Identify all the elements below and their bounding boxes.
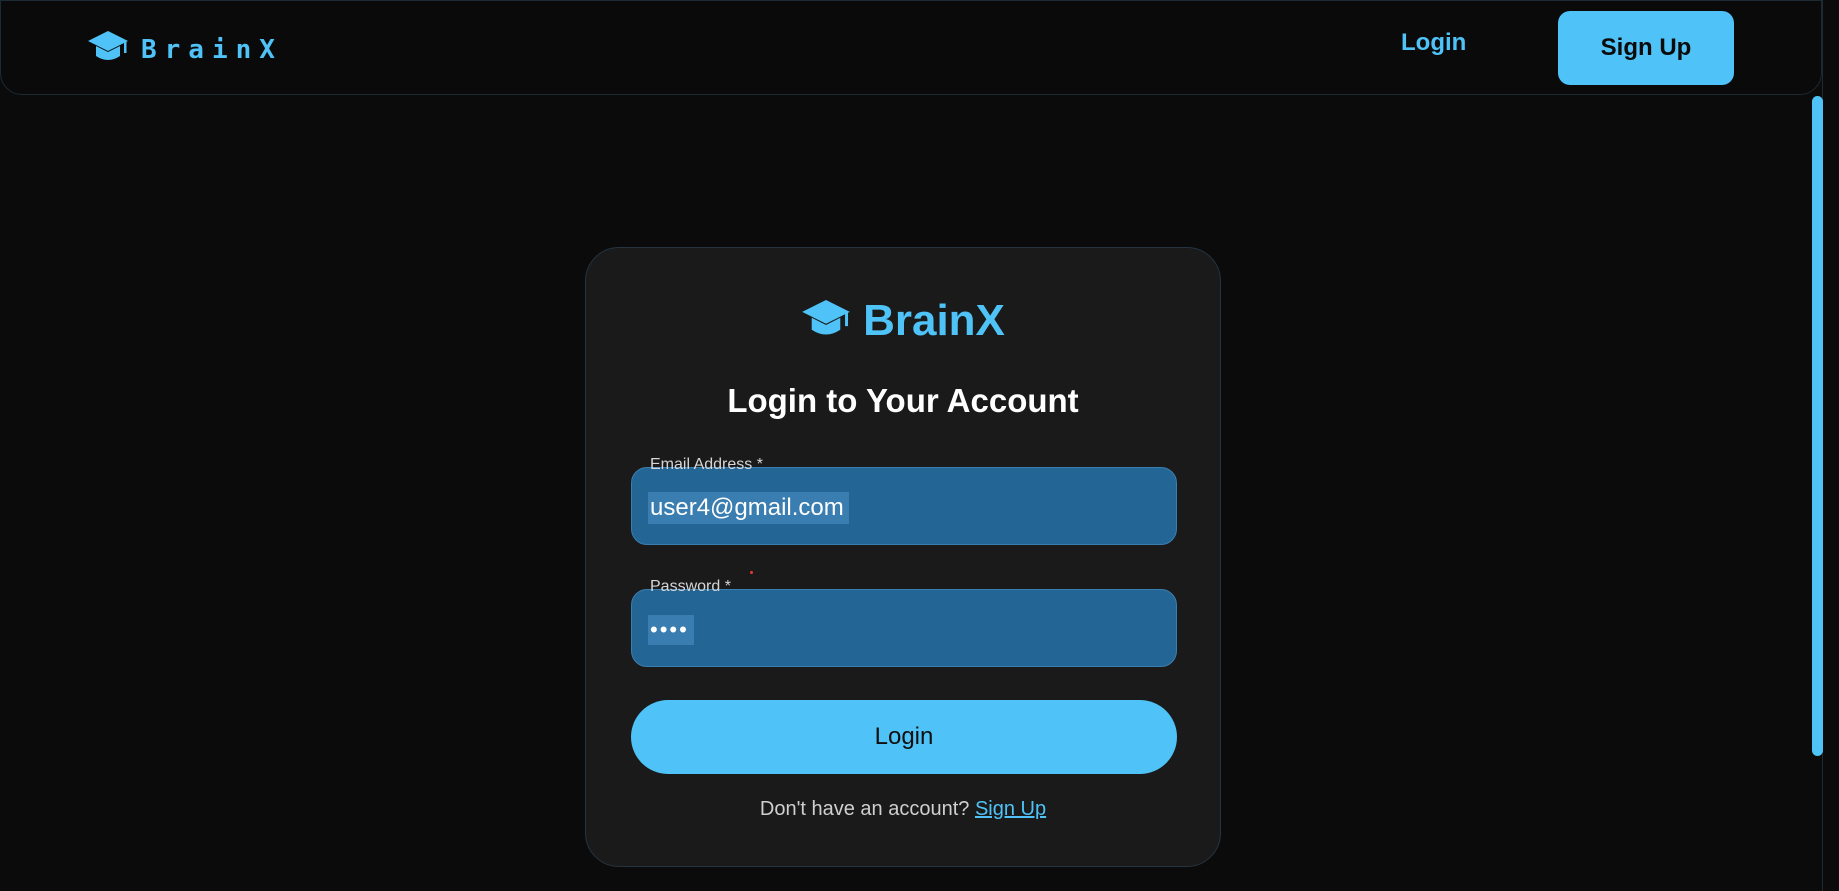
scrollbar-thumb[interactable] [1812, 96, 1823, 756]
scrollbar-gutter[interactable] [1822, 0, 1839, 891]
navbar-login-link[interactable]: Login [1401, 29, 1466, 57]
password-value[interactable]: •••• [648, 615, 694, 645]
navbar-signup-button[interactable]: Sign Up [1558, 11, 1734, 85]
navbar-brand-text: BrainX [141, 34, 283, 65]
signup-prompt: Don't have an account? Sign Up [586, 798, 1220, 821]
top-navbar: BrainX Login Sign Up [0, 0, 1822, 95]
password-label: Password * [650, 578, 731, 595]
graduation-cap-icon [801, 297, 851, 346]
signup-prompt-text: Don't have an account? [759, 798, 970, 820]
password-field[interactable]: Password * •••• [631, 578, 1177, 667]
card-brand: BrainX [586, 296, 1220, 346]
required-indicator-dot [750, 571, 753, 574]
email-field[interactable]: Email Address * user4@gmail.com [631, 456, 1177, 545]
login-button[interactable]: Login [631, 700, 1177, 774]
navbar-brand[interactable]: BrainX [87, 29, 283, 70]
card-brand-text: BrainX [863, 296, 1005, 345]
email-label: Email Address * [650, 456, 763, 473]
email-value[interactable]: user4@gmail.com [648, 492, 849, 524]
login-card: BrainX Login to Your Account Email Addre… [585, 247, 1221, 867]
graduation-cap-icon [87, 29, 129, 70]
page-title: Login to Your Account [727, 382, 1079, 419]
signup-link[interactable]: Sign Up [975, 798, 1046, 820]
